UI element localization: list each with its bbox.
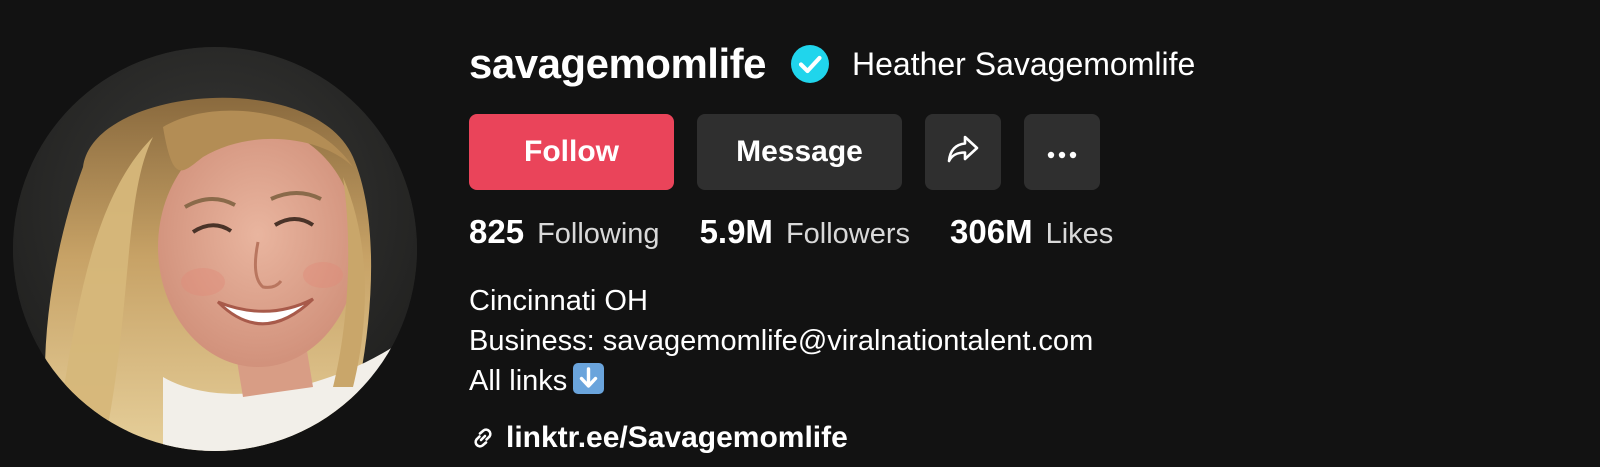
name-row: savagemomlife Heather Savagemomlife [469, 38, 1195, 90]
following-count: 825 [469, 213, 525, 250]
bio-links-line: All links [469, 361, 1093, 401]
profile-photo [13, 47, 417, 451]
followers-count: 5.9M [699, 213, 773, 250]
stat-following[interactable]: 825 Following [469, 213, 660, 251]
bio: Cincinnati OH Business: savagemomlife@vi… [469, 281, 1093, 401]
profile-stats: 825 Following 5.9M Followers 306M Likes [469, 213, 1153, 259]
link-text[interactable]: linktr.ee/Savagemomlife [506, 421, 848, 455]
down-arrow-emoji-icon [573, 363, 605, 394]
profile-header: savagemomlife Heather Savagemomlife Foll… [0, 0, 1600, 467]
likes-count: 306M [950, 213, 1033, 250]
profile-info: savagemomlife Heather Savagemomlife Foll… [469, 0, 1569, 467]
profile-link[interactable]: linktr.ee/Savagemomlife [469, 417, 848, 459]
bio-links-text: All links [469, 365, 568, 397]
avatar[interactable] [13, 47, 417, 451]
bio-business-email: Business: savagemomlife@viralnationtalen… [469, 325, 1094, 357]
verified-badge-icon [790, 44, 830, 84]
likes-label: Likes [1045, 218, 1114, 250]
username: savagemomlife [469, 40, 766, 87]
action-buttons: Follow Message [469, 114, 1100, 190]
followers-label: Followers [785, 218, 911, 250]
stat-likes: 306M Likes [950, 213, 1113, 251]
message-button[interactable]: Message [697, 114, 902, 190]
bio-location: Cincinnati OH [469, 285, 648, 317]
stat-followers[interactable]: 5.9M Followers [700, 213, 910, 251]
following-label: Following [537, 218, 660, 250]
more-options-button[interactable] [1024, 114, 1100, 190]
display-name: Heather Savagemomlife [851, 46, 1196, 82]
more-horizontal-icon [1044, 135, 1080, 169]
link-icon [469, 424, 497, 452]
share-button[interactable] [925, 114, 1001, 190]
share-arrow-icon [945, 130, 981, 174]
follow-button[interactable]: Follow [469, 114, 674, 190]
